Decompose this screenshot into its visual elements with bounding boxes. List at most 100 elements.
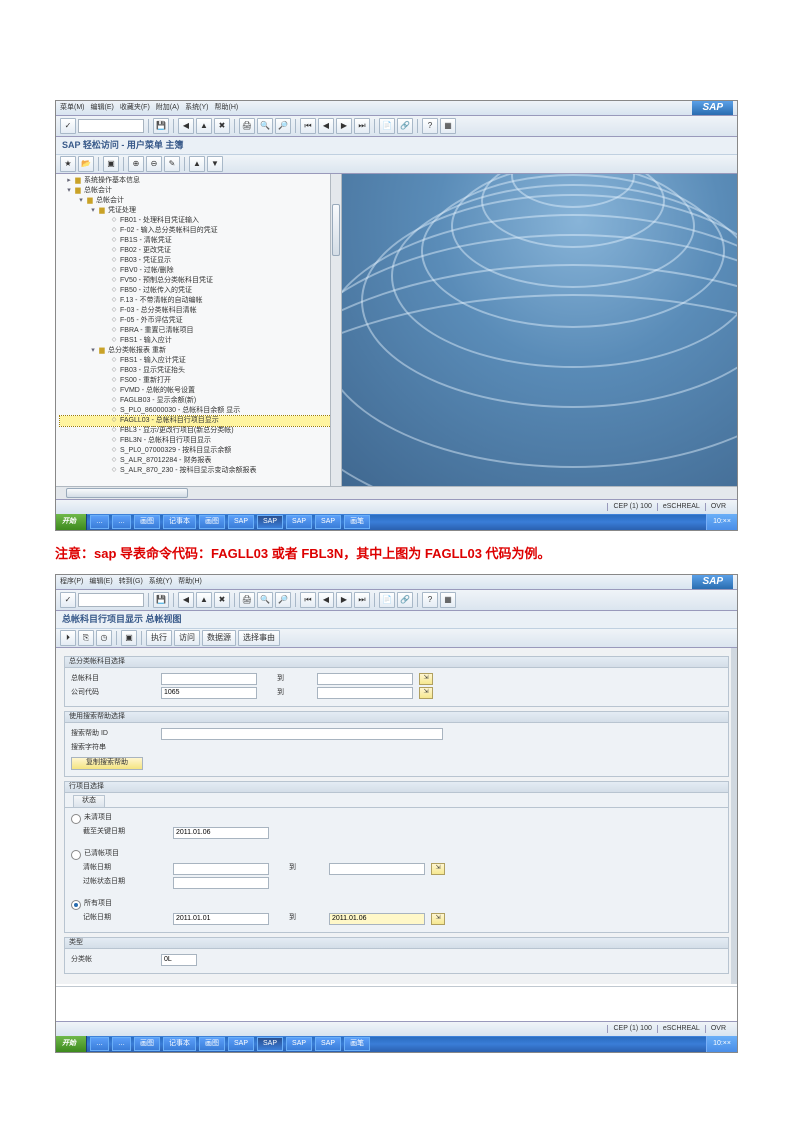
print-icon[interactable]: 🖨 <box>239 118 255 134</box>
cancel-icon[interactable]: ✖ <box>214 592 230 608</box>
find-icon[interactable]: 🔍 <box>257 592 273 608</box>
taskbar-task[interactable]: 画图 <box>134 515 160 529</box>
tree-node[interactable]: ◇F-02 - 输入总分类帐科目的凭证 <box>60 226 341 236</box>
btn-reason[interactable]: 选择事由 <box>238 630 280 646</box>
input-clear-date-from[interactable] <box>173 863 269 875</box>
taskbar-task[interactable]: … <box>90 515 109 529</box>
tree-node[interactable]: ◇S_PL0_07000329 - 按科目显示余额 <box>60 446 341 456</box>
cancel-icon[interactable]: ✖ <box>214 118 230 134</box>
taskbar-task[interactable]: SAP <box>257 1037 283 1051</box>
tree-node[interactable]: ◇FBL3 - 显示/更改行项目(新总分类帐) <box>60 426 341 436</box>
system-tray[interactable]: 10:×× <box>706 514 737 530</box>
tree-node[interactable]: ◇FB01 - 处理科目凭证输入 <box>60 216 341 226</box>
multi-select-icon[interactable]: ⇲ <box>419 673 433 685</box>
tree-scrollbar[interactable] <box>330 174 341 486</box>
command-field[interactable] <box>78 119 144 133</box>
start-button[interactable]: 开始 <box>56 514 87 530</box>
tree-node[interactable]: ◇FAGLL03 - 总帐科目行项目显示 <box>60 416 341 426</box>
execute-icon[interactable]: ⏵ <box>60 630 76 646</box>
radio-cleared-items[interactable] <box>71 850 81 860</box>
tree-node[interactable]: ◇FS00 - 重新打开 <box>60 376 341 386</box>
ok-icon[interactable]: ✓ <box>60 592 76 608</box>
next-page-icon[interactable]: ▶ <box>336 118 352 134</box>
taskbar-task[interactable]: 画图 <box>134 1037 160 1051</box>
radio-open-items[interactable] <box>71 814 81 824</box>
tree-node[interactable]: ◇S_PL0_86000030 - 总帐科目余额 显示 <box>60 406 341 416</box>
ok-icon[interactable]: ✓ <box>60 118 76 134</box>
last-page-icon[interactable]: ⏭ <box>354 118 370 134</box>
input-ledger[interactable] <box>161 954 197 966</box>
taskbar-task[interactable]: 记事本 <box>163 515 196 529</box>
taskbar-task[interactable]: 记事本 <box>163 1037 196 1051</box>
tree-node[interactable]: ◇FBS1 - 输入应计 <box>60 336 341 346</box>
copy-search-help-button[interactable]: 复制搜索帮助 <box>71 757 143 769</box>
menu-edit[interactable]: 编辑(E) <box>91 104 114 112</box>
next-page-icon[interactable]: ▶ <box>336 592 352 608</box>
last-page-icon[interactable]: ⏭ <box>354 592 370 608</box>
taskbar-task[interactable]: … <box>112 515 131 529</box>
tree-node[interactable]: ◇FB1S - 清帐凭证 <box>60 236 341 246</box>
menu2-goto[interactable]: 转到(G) <box>119 578 143 586</box>
tree-node[interactable]: ◇FV50 - 预制总分类帐科目凭证 <box>60 276 341 286</box>
taskbar-task[interactable]: SAP <box>286 1037 312 1051</box>
menu2-help[interactable]: 帮助(H) <box>178 578 202 586</box>
tree-node[interactable]: ◇F-03 - 总分类帐科目清帐 <box>60 306 341 316</box>
input-company-code-to[interactable] <box>317 687 413 699</box>
taskbar-task[interactable]: SAP <box>257 515 283 529</box>
horizontal-scrollbar[interactable] <box>56 486 737 499</box>
print-icon[interactable]: 🖨 <box>239 592 255 608</box>
start-button-2[interactable]: 开始 <box>56 1036 87 1052</box>
multi-select-icon[interactable]: ⇲ <box>431 863 445 875</box>
tree-node[interactable]: ▾▆总帐会计 <box>60 186 341 196</box>
shortcut-icon[interactable]: 🔗 <box>397 118 413 134</box>
multi-select-icon[interactable]: ⇲ <box>419 687 433 699</box>
tree-node[interactable]: ◇F-05 - 外币评估凭证 <box>60 316 341 326</box>
taskbar-task[interactable]: 画图 <box>199 1037 225 1051</box>
save-icon[interactable]: 💾 <box>153 592 169 608</box>
right-scrollbar[interactable] <box>731 648 737 984</box>
first-page-icon[interactable]: ⏮ <box>300 118 316 134</box>
multi-select-icon[interactable]: ⇲ <box>431 913 445 925</box>
move-down-icon[interactable]: ▼ <box>207 156 223 172</box>
save-icon[interactable]: 💾 <box>153 118 169 134</box>
fav-icon[interactable]: ★ <box>60 156 76 172</box>
input-gl-account-to[interactable] <box>317 673 413 685</box>
input-company-code-from[interactable] <box>161 687 257 699</box>
btn-ds[interactable]: 数据源 <box>202 630 236 646</box>
create-role-icon[interactable]: ⊕ <box>128 156 144 172</box>
tree-node[interactable]: ◇FBRA - 重置已清帐项目 <box>60 326 341 336</box>
taskbar-task[interactable]: 画图 <box>199 515 225 529</box>
tree-node[interactable]: ◇FAGLB03 - 显示余额(新) <box>60 396 341 406</box>
selectall-icon[interactable]: ▣ <box>121 630 137 646</box>
find-next-icon[interactable]: 🔎 <box>275 118 291 134</box>
delete-fav-icon[interactable]: ⊖ <box>146 156 162 172</box>
taskbar-task[interactable]: SAP <box>286 515 312 529</box>
clock-icon[interactable]: ◷ <box>96 630 112 646</box>
tree-node[interactable]: ◇F.13 - 不带清帐的自动编帐 <box>60 296 341 306</box>
tree-node[interactable]: ◇S_ALR_87012284 - 财务报表 <box>60 456 341 466</box>
prev-page-icon[interactable]: ◀ <box>318 118 334 134</box>
tree-node[interactable]: ◇FBS1 - 输入应计凭证 <box>60 356 341 366</box>
input-posting-date-to[interactable] <box>329 913 425 925</box>
input-search-id[interactable] <box>161 728 443 740</box>
tree-node[interactable]: ▾▆总帐会计 <box>60 196 341 206</box>
tree-node[interactable]: ◇FBV0 - 过帐/删除 <box>60 266 341 276</box>
tree-node[interactable]: ◇FB50 - 过帐传入的凭证 <box>60 286 341 296</box>
radio-all-items[interactable] <box>71 900 81 910</box>
input-posting-date-from[interactable] <box>173 913 269 925</box>
layout-icon[interactable]: ▦ <box>440 118 456 134</box>
taskbar-task[interactable]: SAP <box>315 515 341 529</box>
tree-node[interactable]: ▸▆系统操作基本信息 <box>60 176 341 186</box>
back-icon[interactable]: ◀ <box>178 118 194 134</box>
taskbar-task[interactable]: SAP <box>228 1037 254 1051</box>
menu2-program[interactable]: 程序(P) <box>60 578 83 586</box>
exit-icon[interactable]: ▲ <box>196 118 212 134</box>
taskbar-task[interactable]: 画笔 <box>344 515 370 529</box>
taskbar-task[interactable]: 画笔 <box>344 1037 370 1051</box>
help-icon[interactable]: ? <box>422 118 438 134</box>
menu-file[interactable]: 菜单(M) <box>60 104 85 112</box>
input-key-date[interactable] <box>173 827 269 839</box>
exit-icon[interactable]: ▲ <box>196 592 212 608</box>
menu-help[interactable]: 帮助(H) <box>214 104 238 112</box>
taskbar-task[interactable]: … <box>112 1037 131 1051</box>
